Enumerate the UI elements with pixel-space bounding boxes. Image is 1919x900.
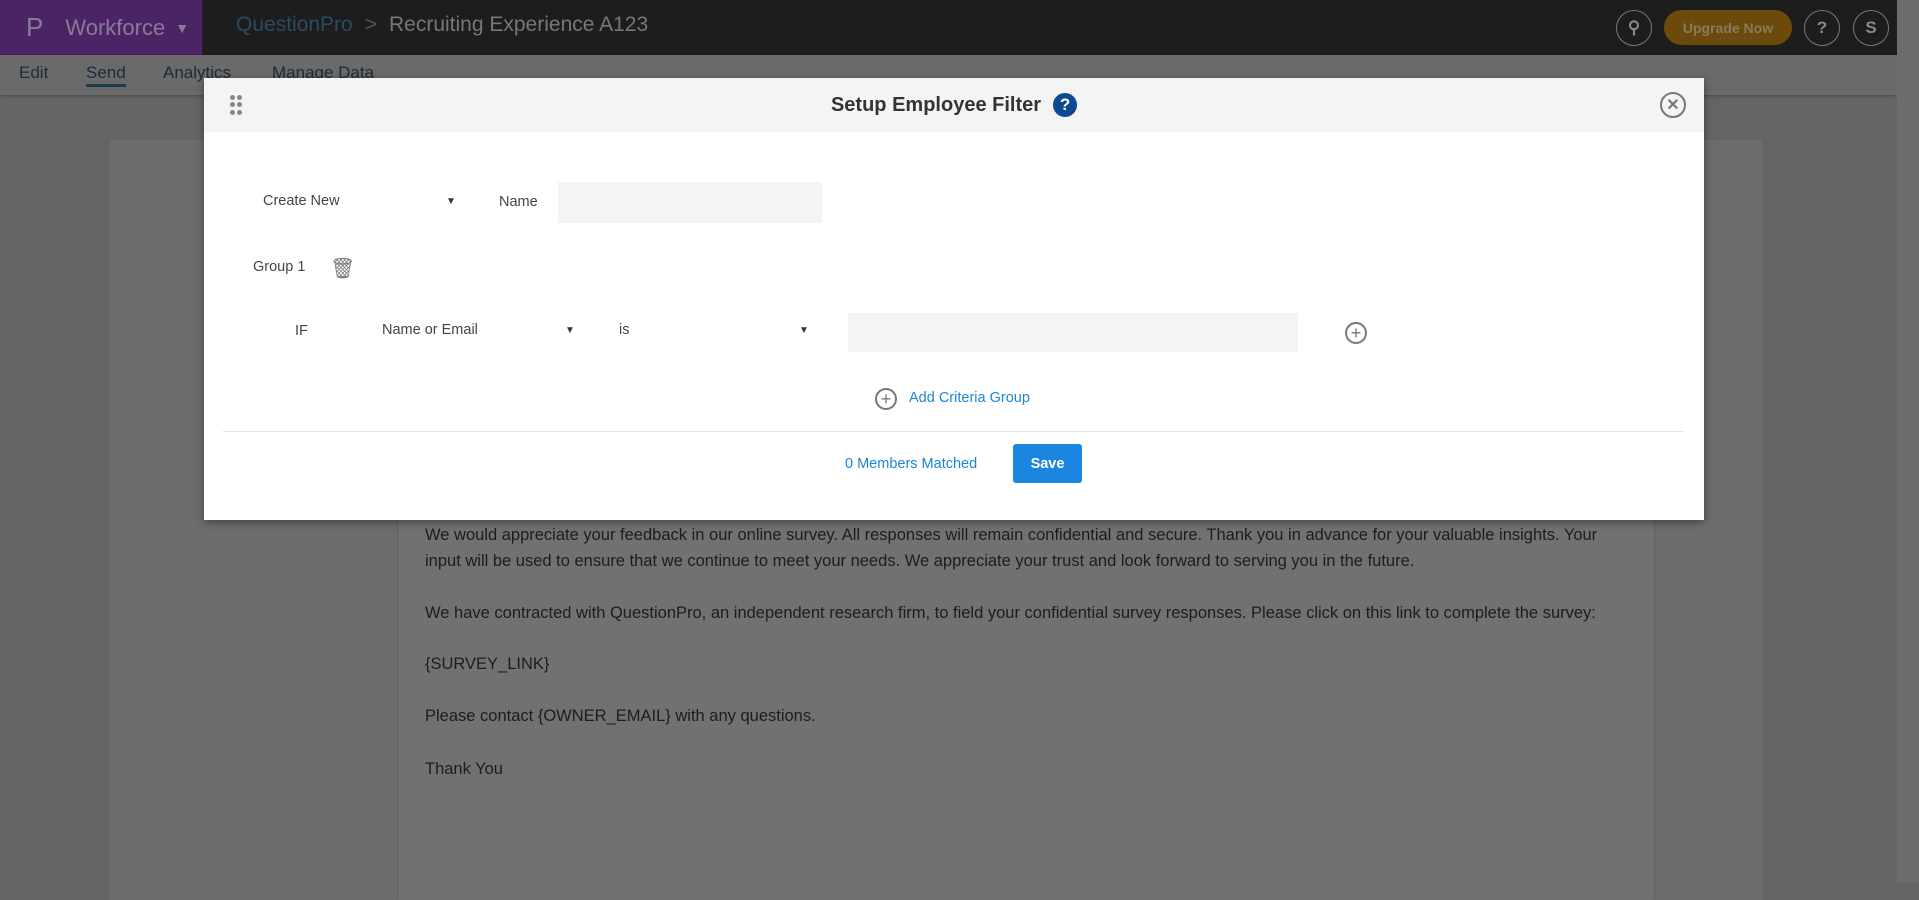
email-paragraph: We have contracted with QuestionPro, an … xyxy=(425,604,1596,622)
email-paragraph: {SURVEY_LINK} xyxy=(425,655,550,673)
delete-group-icon[interactable]: 🗑 xyxy=(330,256,355,281)
breadcrumb-root[interactable]: QuestionPro xyxy=(236,13,353,36)
email-paragraph: We would appreciate your feedback in our… xyxy=(425,526,1598,570)
survey-title: Recruiting Experience A123 xyxy=(389,13,649,36)
chevron-down-icon: ▼ xyxy=(446,196,456,207)
criteria-value-input[interactable] xyxy=(848,313,1298,352)
divider xyxy=(223,431,1684,432)
dialog-header: Setup Employee Filter? ✕ xyxy=(204,78,1704,132)
filter-select-value: Create New xyxy=(263,193,340,209)
if-label: IF xyxy=(295,323,308,339)
members-matched-link[interactable]: 0 Members Matched xyxy=(845,456,977,472)
upgrade-button[interactable]: Upgrade Now xyxy=(1664,10,1792,45)
name-label: Name xyxy=(499,194,538,210)
field-select-value: Name or Email xyxy=(382,322,478,338)
setup-employee-filter-dialog: Setup Employee Filter? ✕ Create New ▼ Nam… xyxy=(204,78,1704,520)
breadcrumb: QuestionPro > Recruiting Experience A123 xyxy=(236,13,648,37)
operator-select-value: is xyxy=(619,322,630,338)
top-bar: P Workforce ▼ QuestionPro > Recruiting Exp… xyxy=(0,0,1897,55)
dialog-title: Setup Employee Filter xyxy=(830,94,1042,116)
close-icon[interactable]: ✕ xyxy=(1660,92,1686,118)
search-icon: ⚲ xyxy=(1627,18,1641,37)
save-button[interactable]: Save xyxy=(1013,444,1082,483)
filter-select[interactable]: Create New ▼ xyxy=(263,193,456,209)
group-label: Group 1 xyxy=(253,259,306,275)
chevron-down-icon: ▼ xyxy=(565,325,575,336)
avatar[interactable]: S xyxy=(1853,10,1889,46)
chevron-down-icon: ▼ xyxy=(175,19,190,36)
add-criteria-group-link[interactable]: Add Criteria Group xyxy=(909,390,1030,406)
questionpro-logo: P xyxy=(26,12,44,42)
operator-select[interactable]: is ▼ xyxy=(619,322,809,338)
help-button[interactable]: ? xyxy=(1804,10,1840,46)
add-criteria-icon[interactable]: + xyxy=(1345,322,1367,344)
add-criteria-group-icon[interactable]: + xyxy=(875,388,897,410)
field-select[interactable]: Name or Email ▼ xyxy=(382,322,575,338)
search-button[interactable]: ⚲ xyxy=(1616,10,1652,46)
name-input[interactable] xyxy=(558,182,822,223)
help-icon[interactable]: ? xyxy=(1053,93,1078,117)
product-name: Workforce xyxy=(65,14,166,40)
tab-edit[interactable]: Edit xyxy=(19,63,48,83)
chevron-down-icon: ▼ xyxy=(799,325,809,336)
product-switcher[interactable]: P Workforce ▼ xyxy=(0,0,202,55)
tab-send[interactable]: Send xyxy=(86,63,126,87)
breadcrumb-separator: > xyxy=(364,13,377,36)
scrollbar[interactable] xyxy=(1897,0,1919,883)
email-paragraph: Thank You xyxy=(425,760,503,778)
email-paragraph: Please contact {OWNER_EMAIL} with any qu… xyxy=(425,707,816,725)
